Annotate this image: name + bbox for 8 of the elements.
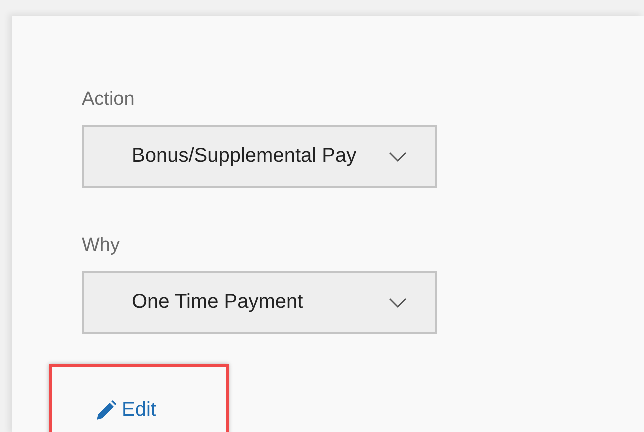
edit-link[interactable]: Edit (95, 399, 156, 422)
chevron-down-icon (389, 298, 407, 308)
pencil-icon (95, 400, 117, 422)
chevron-down-icon (389, 152, 407, 162)
field-label: Action (82, 89, 136, 111)
field-label: Why (82, 235, 121, 257)
dropdown-select[interactable]: One Time Payment (82, 271, 437, 334)
dropdown-select[interactable]: Bonus/Supplemental Pay (82, 125, 437, 188)
